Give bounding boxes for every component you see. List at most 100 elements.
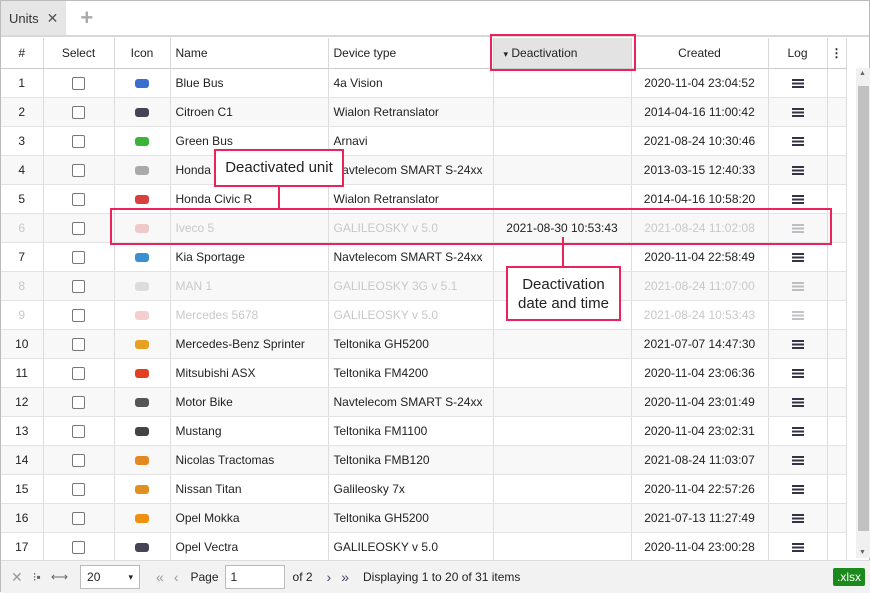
table-row[interactable]: 3 Green Bus Arnavi 2021-08-24 10:30:46 (1, 126, 847, 156)
per-page-select[interactable]: 20 ▾ (80, 565, 141, 589)
table-row[interactable]: 16 Opel Mokka Teltonika GH5200 2021-07-1… (1, 503, 847, 533)
table-row[interactable]: 12 Motor Bike Navtelecom SMART S-24xx 20… (1, 387, 847, 417)
clear-icon[interactable]: ✕ (11, 569, 23, 586)
deactivation-time (493, 474, 632, 504)
fit-columns-icon[interactable]: ⁝▪ (33, 570, 41, 584)
log-icon[interactable] (791, 339, 804, 349)
unit-name[interactable]: MAN 1 (170, 271, 329, 301)
select-cell (43, 532, 115, 562)
log-cell (768, 358, 828, 388)
col-device-type[interactable]: Device type (328, 38, 494, 69)
unit-name[interactable]: Mercedes-Benz Sprinter (170, 329, 329, 359)
unit-name[interactable]: Blue Bus (170, 68, 329, 98)
icon-cell (114, 387, 171, 417)
row-number: 12 (1, 387, 44, 417)
table-row[interactable]: 17 Opel Vectra GALILEOSKY v 5.0 2020-11-… (1, 532, 847, 562)
table-row[interactable]: 9 Mercedes 5678 GALILEOSKY v 5.0 2021-08… (1, 300, 847, 330)
table-row[interactable]: 15 Nissan Titan Galileosky 7x 2020-11-04… (1, 474, 847, 504)
table-row[interactable]: 14 Nicolas Tractomas Teltonika FMB120 20… (1, 445, 847, 475)
icon-cell (114, 242, 171, 272)
next-page-icon[interactable]: › (327, 569, 332, 585)
select-checkbox[interactable] (72, 395, 85, 409)
unit-name[interactable]: Mustang (170, 416, 329, 446)
add-tab-icon[interactable]: + (80, 5, 93, 31)
page-input[interactable]: 1 (224, 565, 285, 589)
log-icon[interactable] (791, 194, 804, 204)
log-icon[interactable] (791, 513, 804, 523)
select-checkbox[interactable] (72, 105, 85, 119)
select-checkbox[interactable] (72, 250, 85, 264)
select-checkbox[interactable] (72, 279, 85, 293)
created-time: 2020-11-04 23:02:31 (631, 416, 769, 446)
select-cell (43, 155, 115, 185)
created-time: 2021-08-24 10:30:46 (631, 126, 769, 156)
row-number: 13 (1, 416, 44, 446)
table-row[interactable]: 1 Blue Bus 4a Vision 2020-11-04 23:04:52 (1, 68, 847, 98)
select-checkbox[interactable] (72, 511, 85, 525)
log-icon[interactable] (791, 310, 804, 320)
log-icon[interactable] (791, 397, 804, 407)
unit-name[interactable]: Nicolas Tractomas (170, 445, 329, 475)
select-checkbox[interactable] (72, 482, 85, 496)
log-icon[interactable] (791, 542, 804, 552)
empty-cell (827, 68, 847, 98)
select-checkbox[interactable] (72, 308, 85, 322)
unit-name[interactable]: Opel Mokka (170, 503, 329, 533)
table-row[interactable]: 2 Citroen C1 Wialon Retranslator 2014-04… (1, 97, 847, 127)
select-checkbox[interactable] (72, 424, 85, 438)
log-icon[interactable] (791, 136, 804, 146)
last-page-icon[interactable]: » (341, 569, 349, 585)
select-checkbox[interactable] (72, 163, 85, 177)
table-row[interactable]: 8 MAN 1 GALILEOSKY 3G v 5.1 2021-08-24 1… (1, 271, 847, 301)
unit-name[interactable]: Opel Vectra (170, 532, 329, 562)
column-menu-icon[interactable]: ⋮ (827, 38, 847, 69)
scrollbar[interactable]: ▲ ▼ (856, 68, 870, 558)
close-icon[interactable]: ✕ (47, 10, 59, 27)
select-checkbox[interactable] (72, 366, 85, 380)
unit-name[interactable]: Citroen C1 (170, 97, 329, 127)
export-xlsx-button[interactable]: .xlsx (833, 568, 865, 586)
table-row[interactable]: 13 Mustang Teltonika FM1100 2020-11-04 2… (1, 416, 847, 446)
select-checkbox[interactable] (72, 76, 85, 90)
col-icon[interactable]: Icon (114, 38, 171, 69)
unit-name[interactable]: Mitsubishi ASX (170, 358, 329, 388)
device-type: Teltonika FM1100 (328, 416, 494, 446)
device-type: Wialon Retranslator (328, 97, 494, 127)
created-time: 2014-04-16 11:00:42 (631, 97, 769, 127)
select-checkbox[interactable] (72, 221, 85, 235)
log-icon[interactable] (791, 165, 804, 175)
table-row[interactable]: 7 Kia Sportage Navtelecom SMART S-24xx 2… (1, 242, 847, 272)
unit-name[interactable]: Motor Bike (170, 387, 329, 417)
resize-help-icon[interactable]: ⟷ (51, 570, 68, 584)
col-name[interactable]: Name (170, 38, 329, 69)
unit-name[interactable]: Mercedes 5678 (170, 300, 329, 330)
select-checkbox[interactable] (72, 134, 85, 148)
log-icon[interactable] (791, 484, 804, 494)
select-checkbox[interactable] (72, 192, 85, 206)
row-number: 6 (1, 213, 44, 243)
unit-name[interactable]: Nissan Titan (170, 474, 329, 504)
col-select[interactable]: Select (43, 38, 115, 69)
log-icon[interactable] (791, 426, 804, 436)
unit-name[interactable]: Kia Sportage (170, 242, 329, 272)
select-checkbox[interactable] (72, 540, 85, 554)
log-icon[interactable] (791, 455, 804, 465)
log-icon[interactable] (791, 252, 804, 262)
col-created[interactable]: Created (631, 38, 769, 69)
col-number[interactable]: # (1, 38, 44, 69)
first-page-icon[interactable]: « (156, 569, 164, 585)
table-row[interactable]: 11 Mitsubishi ASX Teltonika FM4200 2020-… (1, 358, 847, 388)
log-icon[interactable] (791, 78, 804, 88)
select-checkbox[interactable] (72, 453, 85, 467)
prev-page-icon[interactable]: ‹ (174, 569, 179, 585)
select-checkbox[interactable] (72, 337, 85, 351)
row-number: 1 (1, 68, 44, 98)
log-icon[interactable] (791, 107, 804, 117)
tab-units[interactable]: Units ✕ (1, 1, 67, 35)
log-icon[interactable] (791, 281, 804, 291)
log-icon[interactable] (791, 368, 804, 378)
table-row[interactable]: 10 Mercedes-Benz Sprinter Teltonika GH52… (1, 329, 847, 359)
table-row[interactable]: 4 Honda Navtelecom SMART S-24xx 2013-03-… (1, 155, 847, 185)
scrollbar-thumb[interactable] (858, 86, 869, 531)
col-log[interactable]: Log (768, 38, 828, 69)
